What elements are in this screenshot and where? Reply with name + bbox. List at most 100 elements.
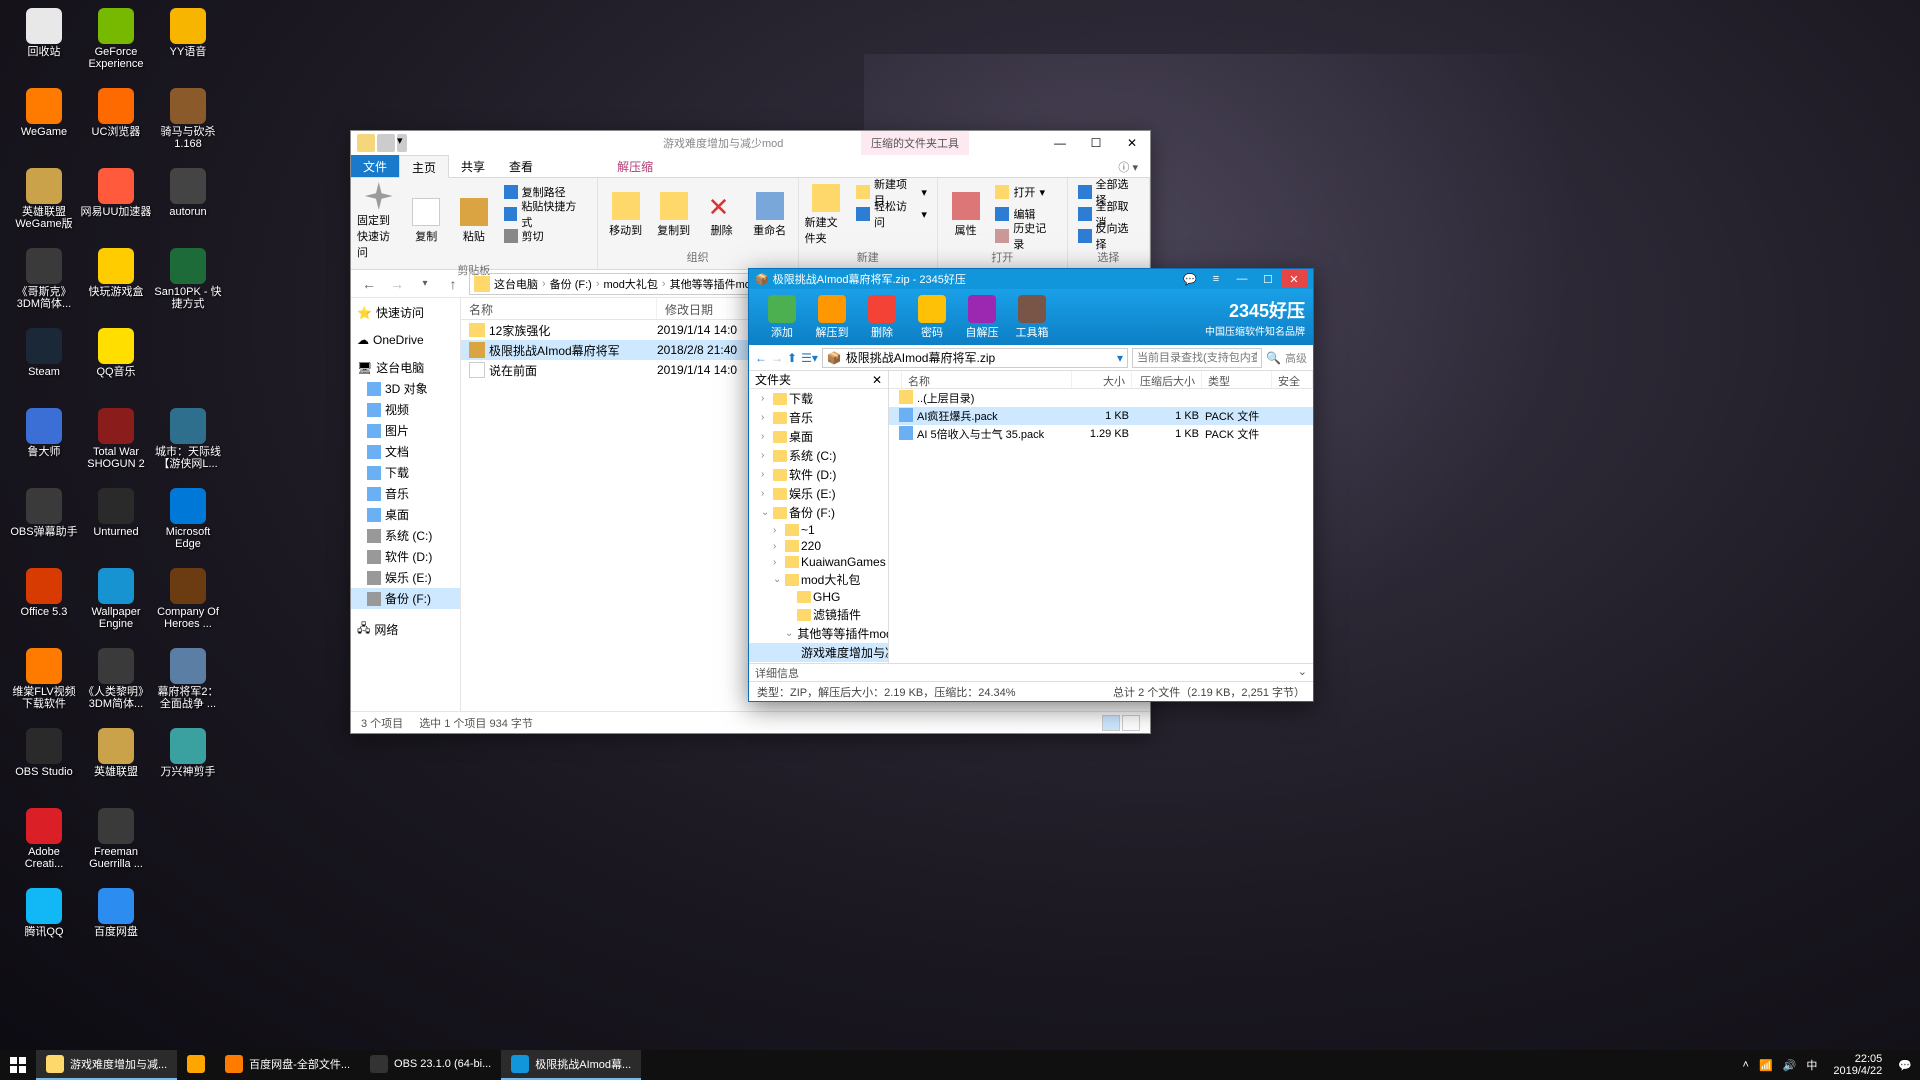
tree-node[interactable]: ⌄ 备份 (F:) xyxy=(749,503,888,522)
nav-item[interactable]: 软件 (D:) xyxy=(351,546,460,567)
toolbar-button[interactable]: 工具箱 xyxy=(1007,295,1057,340)
search-input[interactable] xyxy=(1132,348,1262,368)
desktop-icon[interactable]: Adobe Creati... xyxy=(8,804,80,880)
tab-file[interactable]: 文件 xyxy=(351,155,399,177)
tab-extract[interactable]: 解压缩 xyxy=(605,155,665,177)
tab-view[interactable]: 查看 xyxy=(497,155,545,177)
toolbar-button[interactable]: 添加 xyxy=(757,295,807,340)
notifications-button[interactable]: 💬 xyxy=(1898,1059,1912,1072)
pin-quickaccess-button[interactable]: 固定到快速访问 xyxy=(357,182,401,260)
desktop-icon[interactable]: 鲁大师 xyxy=(8,404,80,480)
desktop-icon[interactable]: San10PK - 快捷方式 xyxy=(152,244,224,320)
move-to-button[interactable]: 移动到 xyxy=(604,182,648,247)
taskbar-item[interactable] xyxy=(177,1050,215,1080)
tray-chevron-icon[interactable]: ˄ xyxy=(1743,1059,1749,1071)
forward-button[interactable]: → xyxy=(385,272,409,296)
desktop-icon[interactable]: Steam xyxy=(8,324,80,400)
desktop-icon[interactable]: Total War SHOGUN 2 xyxy=(80,404,152,480)
desktop-icon[interactable]: Wallpaper Engine xyxy=(80,564,152,640)
desktop-icon[interactable] xyxy=(152,324,224,400)
easy-access-button[interactable]: 轻松访问 ▾ xyxy=(852,204,931,224)
desktop-icon[interactable]: QQ音乐 xyxy=(80,324,152,400)
col-packed[interactable]: 压缩后大小 xyxy=(1132,371,1202,388)
detail-pane-header[interactable]: 详细信息⌄ xyxy=(749,663,1313,681)
tree-node[interactable]: › 220 xyxy=(749,538,888,554)
breadcrumb-segment[interactable]: 其他等等插件mod xyxy=(668,276,759,292)
desktop-icon[interactable]: 幕府将军2：全面战争 ... xyxy=(152,644,224,720)
nav-this-pc[interactable]: 🖥 这台电脑 xyxy=(351,357,460,378)
history-button[interactable]: 历史记录 xyxy=(991,226,1060,246)
archive-file-list[interactable]: 名称 大小 压缩后大小 类型 安全 ..(上层目录)AI疯狂爆兵.pack1 K… xyxy=(889,371,1313,663)
desktop-icon[interactable] xyxy=(152,884,224,960)
archive-row[interactable]: AI 5倍收入与士气 35.pack1.29 KB1 KBPACK 文件 xyxy=(889,425,1313,443)
invert-selection-button[interactable]: 反向选择 xyxy=(1074,226,1143,246)
recent-button[interactable]: ▾ xyxy=(413,272,437,296)
taskbar-item[interactable]: 百度网盘-全部文件... xyxy=(215,1050,360,1080)
breadcrumb-segment[interactable]: 这台电脑 xyxy=(492,276,540,292)
tray-ime-indicator[interactable]: 中 xyxy=(1806,1057,1817,1073)
desktop-icon[interactable]: Unturned xyxy=(80,484,152,560)
taskbar-item[interactable]: OBS 23.1.0 (64-bi... xyxy=(360,1050,501,1080)
up-button[interactable]: ⬆ xyxy=(787,351,797,365)
desktop-icon[interactable]: 英雄联盟 WeGame版 xyxy=(8,164,80,240)
minimize-button[interactable]: — xyxy=(1042,131,1078,155)
desktop-icon[interactable]: Company Of Heroes ... xyxy=(152,564,224,640)
ribbon-help-icon[interactable]: ⓘ ▾ xyxy=(1106,155,1150,177)
tree-node[interactable]: › 系统 (C:) xyxy=(749,446,888,465)
back-button[interactable]: ← xyxy=(357,272,381,296)
taskbar-item[interactable]: 极限挑战AImod幕... xyxy=(501,1050,641,1080)
nav-item[interactable]: 系统 (C:) xyxy=(351,525,460,546)
close-tree-button[interactable]: ✕ xyxy=(872,373,882,387)
nav-pane[interactable]: ⭐ 快速访问 ☁ OneDrive 🖥 这台电脑 3D 对象视频图片文档下载音乐… xyxy=(351,298,461,711)
tree-node[interactable]: › 软件 (D:) xyxy=(749,465,888,484)
tray-volume-icon[interactable]: 🔊 xyxy=(1783,1059,1797,1072)
qat-icon[interactable] xyxy=(357,134,375,152)
close-button[interactable]: ✕ xyxy=(1114,131,1150,155)
desktop-icon[interactable]: 腾讯QQ xyxy=(8,884,80,960)
tree-node[interactable]: 滤镜插件 xyxy=(749,605,888,624)
col-safe[interactable]: 安全 xyxy=(1272,371,1313,388)
col-size[interactable]: 大小 xyxy=(1072,371,1132,388)
desktop-icon[interactable]: YY语音 xyxy=(152,4,224,80)
desktop-icon[interactable]: 城市：天际线 【游侠网L... xyxy=(152,404,224,480)
path-box[interactable]: 📦极限挑战AImod幕府将军.zip▾ xyxy=(822,348,1128,368)
toolbar-button[interactable]: 删除 xyxy=(857,295,907,340)
desktop-icon[interactable]: Office 5.3 xyxy=(8,564,80,640)
desktop-icon[interactable]: 百度网盘 xyxy=(80,884,152,960)
copy-button[interactable]: 复制 xyxy=(405,182,449,260)
forward-button[interactable]: → xyxy=(771,351,783,365)
col-date[interactable]: 修改日期 xyxy=(657,298,757,319)
tree-node[interactable]: › 娱乐 (E:) xyxy=(749,484,888,503)
col-type[interactable]: 类型 xyxy=(1202,371,1272,388)
col-name[interactable]: 名称 xyxy=(902,371,1072,388)
nav-item[interactable]: 备份 (F:) xyxy=(351,588,460,609)
tab-share[interactable]: 共享 xyxy=(449,155,497,177)
feedback-button[interactable]: 💬 xyxy=(1177,270,1203,288)
view-icons-button[interactable] xyxy=(1122,715,1140,731)
tree-node[interactable]: 游戏难度增加与减 xyxy=(749,643,888,662)
nav-item[interactable]: 下载 xyxy=(351,462,460,483)
desktop-icon[interactable]: 骑马与砍杀 1.168 xyxy=(152,84,224,160)
open-button[interactable]: 打开 ▾ xyxy=(991,182,1060,202)
start-button[interactable] xyxy=(0,1050,36,1080)
delete-button[interactable]: ✕删除 xyxy=(700,182,744,247)
nav-item[interactable]: 桌面 xyxy=(351,504,460,525)
tree-node[interactable]: › KuaiwanGames xyxy=(749,554,888,570)
nav-item[interactable]: 娱乐 (E:) xyxy=(351,567,460,588)
nav-item[interactable]: 文档 xyxy=(351,441,460,462)
desktop-icon[interactable] xyxy=(152,804,224,880)
taskbar[interactable]: 游戏难度增加与减...百度网盘-全部文件...OBS 23.1.0 (64-bi… xyxy=(0,1050,1920,1080)
tree-node[interactable]: › 桌面 xyxy=(749,427,888,446)
folder-tree[interactable]: 文件夹✕ › 下载› 音乐› 桌面› 系统 (C:)› 软件 (D:)› 娱乐 … xyxy=(749,371,889,663)
desktop-icon[interactable]: Microsoft Edge xyxy=(152,484,224,560)
breadcrumb-segment[interactable]: 备份 (F:) xyxy=(548,276,594,292)
desktop-icon[interactable]: Freeman Guerrilla ... xyxy=(80,804,152,880)
maximize-button[interactable]: ☐ xyxy=(1255,270,1281,288)
toolbar-button[interactable]: 自解压 xyxy=(957,295,1007,340)
tab-home[interactable]: 主页 xyxy=(399,155,449,178)
nav-onedrive[interactable]: ☁ OneDrive xyxy=(351,331,460,349)
desktop-icon[interactable]: OBS Studio xyxy=(8,724,80,800)
desktop-icon[interactable]: 万兴神剪手 xyxy=(152,724,224,800)
nav-item[interactable]: 音乐 xyxy=(351,483,460,504)
tree-node[interactable]: ⌄ 其他等等插件mod xyxy=(749,624,888,643)
